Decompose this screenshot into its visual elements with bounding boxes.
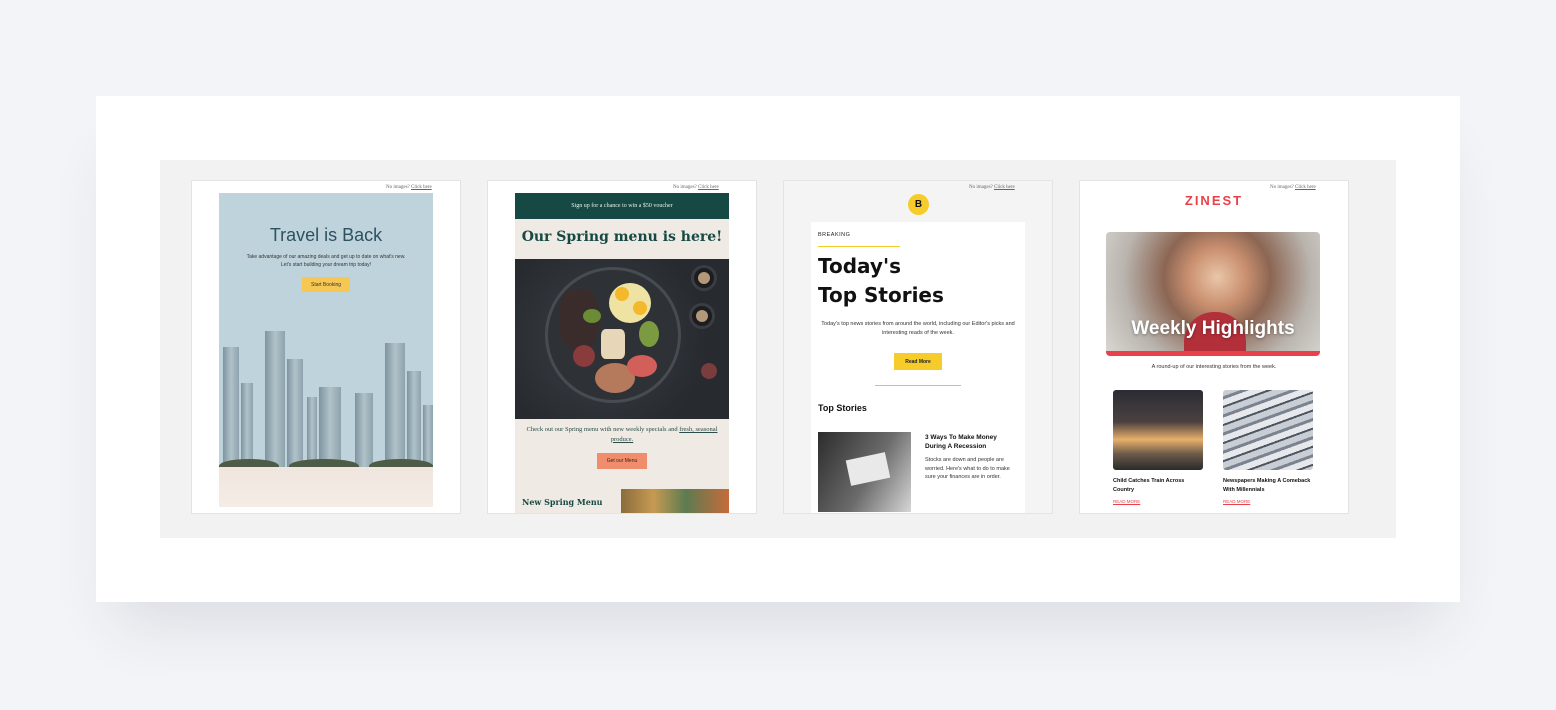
travel-hero: Travel is Back Take advantage of our ama… xyxy=(219,193,433,507)
no-images-text: No images? xyxy=(969,185,993,190)
start-booking-button[interactable]: Start Booking xyxy=(302,277,350,292)
weekly-highlights-hero: Weekly Highlights xyxy=(1106,232,1320,356)
story-description: Stocks are down and people are worried. … xyxy=(925,457,1010,481)
voucher-banner: Sign up for a chance to win a $50 vouche… xyxy=(515,193,729,219)
template-weekly-highlights[interactable]: No images? Click here ZINEST Weekly High… xyxy=(1079,180,1349,514)
newspapers-story-image xyxy=(1223,390,1313,470)
news-title: Today's Top Stories xyxy=(818,252,944,310)
divider xyxy=(875,385,961,386)
travel-description-line: Let's start building your dream trip tod… xyxy=(280,262,372,268)
travel-description: Take advantage of our amazing deals and … xyxy=(235,253,417,269)
story-title[interactable]: 3 Ways To Make Money During A Recession xyxy=(925,433,1019,452)
template-spring-menu[interactable]: No images? Click here Sign up for a chan… xyxy=(487,180,757,514)
read-more-link[interactable]: READ MORE xyxy=(1223,499,1250,504)
click-here-link[interactable]: Click here xyxy=(411,185,432,190)
kicker-underline xyxy=(818,246,900,247)
menu-thumbnail-image xyxy=(621,489,729,513)
read-more-link[interactable]: READ MORE xyxy=(1113,499,1140,504)
click-here-link[interactable]: Click here xyxy=(698,185,719,190)
newspapers-story-title[interactable]: Newspapers Making A Comeback With Millen… xyxy=(1223,477,1315,494)
travel-description-line: Take advantage of our amazing deals and … xyxy=(246,254,406,260)
story-image xyxy=(818,432,911,512)
food-platter-image xyxy=(515,259,729,419)
spring-menu-copy-text: Check out our Spring menu with new weekl… xyxy=(526,426,678,433)
no-images-text: No images? xyxy=(673,185,697,190)
spring-menu-copy: Check out our Spring menu with new weekl… xyxy=(521,425,723,445)
train-story-image xyxy=(1113,390,1203,470)
news-content: BREAKING Today's Top Stories Today's top… xyxy=(811,222,1025,513)
template-gallery: No images? Click here Travel is Back Tak… xyxy=(160,160,1396,538)
zinest-logo: ZINEST xyxy=(1184,193,1244,208)
template-top-stories[interactable]: No images? Click here B BREAKING Today's… xyxy=(783,180,1053,514)
new-spring-menu-heading: New Spring Menu xyxy=(522,497,603,507)
spring-menu-body: Our Spring menu is here! Check out our S… xyxy=(515,219,729,513)
no-images-notice: No images? Click here xyxy=(673,185,719,190)
template-showcase-card: No images? Click here Travel is Back Tak… xyxy=(96,96,1460,602)
no-images-notice: No images? Click here xyxy=(969,185,1015,190)
news-title-line: Top Stories xyxy=(818,283,944,307)
top-stories-heading: Top Stories xyxy=(818,403,867,413)
no-images-notice: No images? Click here xyxy=(386,185,432,190)
spring-menu-title: Our Spring menu is here! xyxy=(521,229,723,245)
breaking-label: BREAKING xyxy=(818,232,851,238)
train-story-title[interactable]: Child Catches Train Across Country xyxy=(1113,477,1205,494)
get-our-menu-button[interactable]: Get our Menu xyxy=(597,453,647,469)
weekly-highlights-title: Weekly Highlights xyxy=(1131,318,1295,339)
news-intro: Today's top news stories from around the… xyxy=(821,321,1015,336)
brand-logo-badge: B xyxy=(908,194,929,215)
news-title-line: Today's xyxy=(818,254,901,278)
weekly-tagline: A round-up of our interesting stories fr… xyxy=(1151,364,1277,370)
click-here-link[interactable]: Click here xyxy=(994,185,1015,190)
travel-title: Travel is Back xyxy=(269,225,383,245)
template-travel[interactable]: No images? Click here Travel is Back Tak… xyxy=(191,180,461,514)
no-images-notice: No images? Click here xyxy=(1270,185,1316,190)
click-here-link[interactable]: Click here xyxy=(1295,185,1316,190)
read-more-button[interactable]: Read More xyxy=(894,353,942,370)
no-images-text: No images? xyxy=(386,185,410,190)
no-images-text: No images? xyxy=(1270,185,1294,190)
